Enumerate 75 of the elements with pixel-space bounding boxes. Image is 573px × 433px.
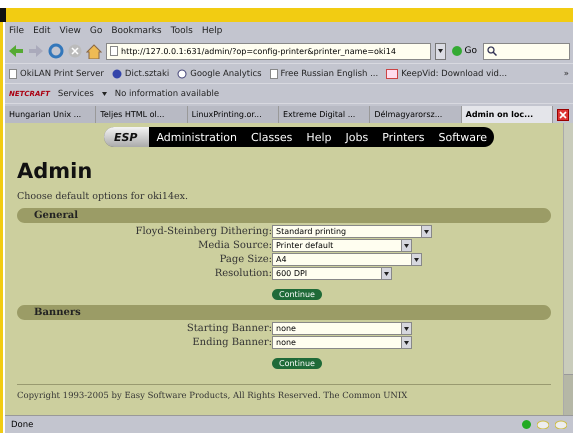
back-arrow-icon[interactable] (8, 44, 24, 58)
browser-tab[interactable]: Délmagyarorsz... (370, 106, 462, 123)
nav-link[interactable]: Jobs (338, 130, 376, 144)
section-header: Banners (17, 305, 551, 320)
option-label: Resolution: (214, 268, 272, 279)
dropdown-arrow-icon (404, 244, 409, 248)
menu-item[interactable]: Bookmarks (111, 26, 162, 36)
go-icon (452, 46, 462, 56)
status-text: Done (11, 420, 34, 430)
menu-item[interactable]: Tools (170, 26, 193, 36)
page-title: Admin (17, 159, 94, 183)
option-select[interactable]: Standard printing (272, 225, 432, 238)
bookmark-link[interactable]: KeepVid: Download vid... (401, 68, 508, 78)
menu-item[interactable]: Go (90, 26, 102, 36)
menu-item[interactable]: View (60, 26, 81, 36)
menu-item[interactable]: File (9, 26, 24, 36)
continue-button[interactable]: Continue (272, 289, 322, 300)
dropdown-arrow-icon (414, 258, 419, 262)
option-select[interactable]: none (272, 336, 412, 349)
nav-link[interactable]: Software (432, 130, 494, 144)
nav-link[interactable]: Printers (375, 130, 432, 144)
option-label: Page Size: (218, 254, 272, 265)
close-tab-button[interactable] (556, 109, 569, 121)
menu-item[interactable]: Edit (33, 26, 50, 36)
nav-link[interactable]: Classes (244, 130, 300, 144)
option-label: Floyd-Steinberg Dithering: (134, 226, 272, 237)
page-icon (9, 68, 17, 78)
search-icon (487, 46, 497, 56)
home-icon[interactable] (86, 44, 102, 58)
continue-button[interactable]: Continue (272, 358, 322, 369)
nav-link[interactable]: Help (299, 130, 338, 144)
scrollbar[interactable] (563, 123, 573, 415)
bookmark-link[interactable]: Dict.sztaki (124, 68, 170, 78)
address-dropdown[interactable] (434, 42, 446, 60)
browser-tab[interactable]: Admin on loc... (462, 106, 553, 123)
option-label: Starting Banner: (186, 323, 272, 334)
logo[interactable]: ESP (104, 127, 150, 147)
bookmark-link[interactable]: Google Analytics (190, 68, 262, 78)
option-select[interactable]: none (272, 322, 412, 335)
bookmark-link[interactable]: OkiLAN Print Server (20, 68, 104, 78)
option-select[interactable]: A4 (272, 253, 422, 266)
dropdown-arrow-icon (384, 272, 389, 276)
reload-icon[interactable] (48, 43, 64, 59)
close-icon (558, 111, 567, 119)
menu-item[interactable]: Help (202, 26, 222, 36)
browser-tab[interactable]: Hungarian Unix ... (5, 106, 96, 123)
browser-tab[interactable]: LinuxPrinting.or... (188, 106, 279, 123)
page-icon (270, 68, 278, 78)
bookmark-link[interactable]: Free Russian English ... (280, 68, 378, 78)
more-bookmarks-chevron[interactable]: » (564, 68, 569, 78)
search-field[interactable] (483, 42, 570, 60)
dropdown-arrow-icon (404, 340, 409, 344)
services-menu[interactable]: Services (58, 88, 94, 98)
globe-icon (112, 68, 122, 78)
option-select[interactable]: 600 DPI (272, 267, 392, 280)
dropdown-arrow-icon (404, 326, 409, 330)
stop-icon[interactable] (68, 44, 82, 58)
page-icon (110, 46, 118, 56)
option-label: Ending Banner: (191, 337, 272, 348)
dropdown-arrow-icon (424, 230, 429, 234)
go-button[interactable]: Go (450, 46, 479, 56)
status-light-icon (522, 420, 531, 429)
dropdown-arrow-icon (102, 92, 107, 96)
option-select[interactable]: Printer default (272, 239, 412, 252)
intro-text: Choose default options for oki14ex. (17, 191, 190, 202)
info-text: No information available (114, 88, 220, 98)
browser-tab[interactable]: Extreme Digital ... (278, 106, 370, 123)
nav-link[interactable]: Administration (149, 130, 244, 144)
browser-tab[interactable]: Teljes HTML ol... (96, 106, 188, 123)
dropdown-arrow-icon (438, 49, 443, 53)
option-label: Media Source: (197, 240, 272, 251)
address-field[interactable]: http://127.0.0.1:631/admin/?op=config-printer&printer_name=oki14 (106, 42, 431, 60)
video-icon (386, 68, 398, 78)
copyright-text: Copyright 1993-2005 by Easy Software Products, All Rights Reserved. The Common UNIX (17, 391, 408, 401)
section-header: General (17, 208, 551, 223)
